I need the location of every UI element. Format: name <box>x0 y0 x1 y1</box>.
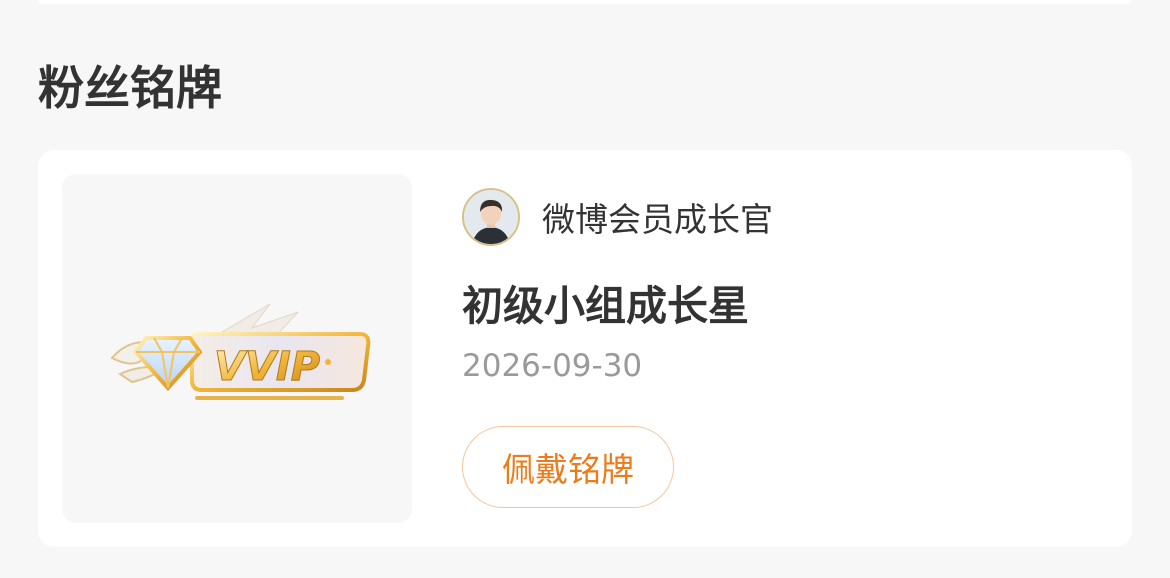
vvip-badge-icon: VVIP <box>110 303 371 400</box>
avatar[interactable] <box>462 188 520 246</box>
issuer-name: 微博会员成长官 <box>542 200 773 239</box>
person-avatar-icon <box>464 190 518 244</box>
medal-name: 初级小组成长星 <box>462 282 749 330</box>
previous-card-edge <box>38 0 1132 4</box>
medal-card: VVIP 微博会员成长官 初级小组成长星 2026-09-30 佩戴铭牌 <box>38 150 1132 547</box>
medal-expire-date: 2026-09-30 <box>462 348 643 384</box>
section-title: 粉丝铭牌 <box>38 61 222 115</box>
wear-medal-button[interactable]: 佩戴铭牌 <box>462 426 674 508</box>
issuer-row: 微博会员成长官 <box>462 186 773 248</box>
svg-text:VVIP: VVIP <box>214 344 320 390</box>
medal-image-container: VVIP <box>62 174 412 523</box>
